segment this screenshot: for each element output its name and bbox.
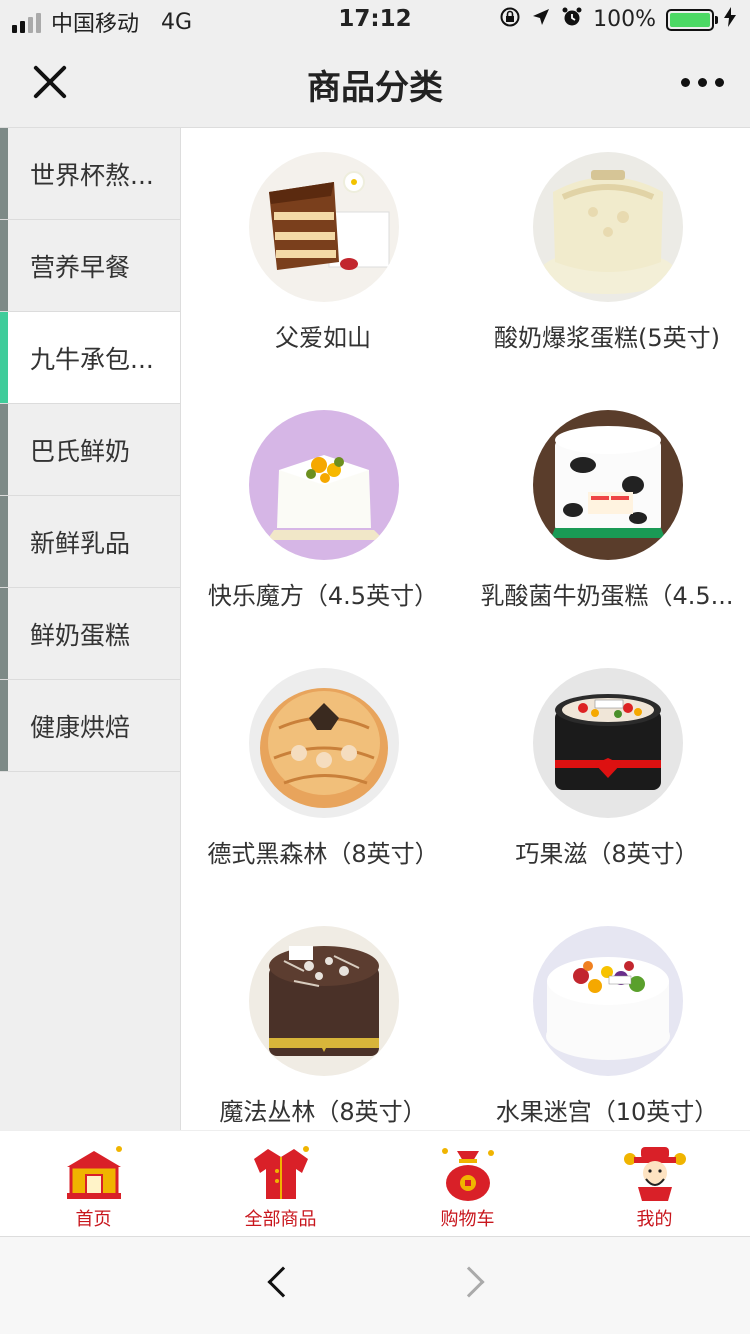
product-image[interactable] [533, 410, 683, 560]
sidebar-item-jiuniu[interactable]: 九牛承包... [0, 312, 180, 404]
product-image[interactable] [249, 410, 399, 560]
product-name: 快乐魔方（4.5英寸） [207, 582, 439, 610]
product-name: 水果迷宫（10英寸） [495, 1098, 719, 1126]
sidebar-item-label: 新鲜乳品 [30, 528, 131, 558]
back-chevron-icon[interactable] [267, 1266, 299, 1298]
sidebar-item-breakfast[interactable]: 营养早餐 [0, 220, 180, 312]
sidebar-item-label: 巴氏鲜奶 [30, 436, 131, 466]
tab-me[interactable]: 我的 [561, 1131, 748, 1237]
sidebar-item-label: 健康烘焙 [30, 712, 131, 742]
tab-cart[interactable]: 购物车 [374, 1131, 561, 1237]
status-bar: 中国移动 4G 17:12 100% [0, 0, 750, 40]
product-image[interactable] [533, 926, 683, 1076]
sidebar-item-dairy[interactable]: 新鲜乳品 [0, 496, 180, 588]
tab-all-products[interactable]: 全部商品 [187, 1131, 374, 1237]
more-options-icon[interactable] [681, 78, 724, 87]
category-sidebar: 世界杯熬... 营养早餐 九牛承包... 巴氏鲜奶 新鲜乳品 鲜奶蛋糕 健康烘焙 [0, 128, 181, 1130]
product-name: 巧果滋（8英寸） [515, 840, 699, 868]
product-image[interactable] [533, 152, 683, 302]
product-name: 德式黑森林（8英寸） [207, 840, 439, 868]
product-name: 魔法丛林（8英寸） [219, 1098, 427, 1126]
sidebar-item-baking[interactable]: 健康烘焙 [0, 680, 180, 772]
god-of-wealth-icon [624, 1143, 686, 1205]
sidebar-item-label: 世界杯熬... [30, 160, 154, 190]
product-name: 酸奶爆浆蛋糕(5英寸) [494, 324, 720, 352]
tab-label: 购物车 [440, 1209, 495, 1230]
product-card[interactable]: 酸奶爆浆蛋糕(5英寸) [465, 128, 749, 386]
product-image[interactable] [249, 668, 399, 818]
location-arrow-icon [531, 7, 551, 32]
forward-chevron-icon[interactable] [453, 1266, 485, 1298]
battery-icon [666, 8, 718, 31]
product-image[interactable] [249, 152, 399, 302]
tab-label: 全部商品 [244, 1209, 317, 1230]
product-card[interactable]: 水果迷宫（10英寸） [465, 902, 749, 1130]
product-card[interactable]: 快乐魔方（4.5英寸） [181, 386, 465, 644]
sidebar-item-label: 营养早餐 [30, 252, 131, 282]
product-card[interactable]: 巧果滋（8英寸） [465, 644, 749, 902]
product-image[interactable] [249, 926, 399, 1076]
sidebar-item-label: 鲜奶蛋糕 [30, 620, 131, 650]
product-card[interactable]: 父爱如山 [181, 128, 465, 386]
jacket-icon [250, 1143, 312, 1205]
tab-label: 我的 [636, 1209, 673, 1230]
alarm-icon [561, 6, 583, 33]
product-card[interactable]: 德式黑森林（8英寸） [181, 644, 465, 902]
sidebar-item-milk-cake[interactable]: 鲜奶蛋糕 [0, 588, 180, 680]
product-card[interactable]: 魔法丛林（8英寸） [181, 902, 465, 1130]
house-icon [63, 1143, 125, 1205]
product-name: 乳酸菌牛奶蛋糕（4.5... [480, 582, 734, 610]
tab-home[interactable]: 首页 [0, 1131, 187, 1237]
rotation-lock-icon [499, 6, 521, 33]
page-title: 商品分类 [307, 68, 443, 108]
charging-icon [724, 7, 736, 32]
bottom-tab-bar: 首页 全部商品 购物车 我的 [0, 1130, 750, 1236]
navigation-bar: 商品分类 [0, 40, 750, 128]
product-grid: 父爱如山 酸奶爆浆蛋糕(5英寸) 快乐魔方（4.5英寸） 乳酸菌牛奶蛋糕（4.5… [181, 128, 750, 1130]
product-name: 父爱如山 [275, 324, 371, 352]
money-bag-icon [437, 1143, 499, 1205]
browser-toolbar [0, 1236, 750, 1334]
sidebar-item-world-cup[interactable]: 世界杯熬... [0, 128, 180, 220]
sidebar-item-pasteurized-milk[interactable]: 巴氏鲜奶 [0, 404, 180, 496]
product-image[interactable] [533, 668, 683, 818]
sidebar-item-label: 九牛承包... [30, 344, 154, 374]
battery-percent: 100% [593, 7, 656, 32]
product-card[interactable]: 乳酸菌牛奶蛋糕（4.5... [465, 386, 749, 644]
tab-label: 首页 [75, 1209, 112, 1230]
